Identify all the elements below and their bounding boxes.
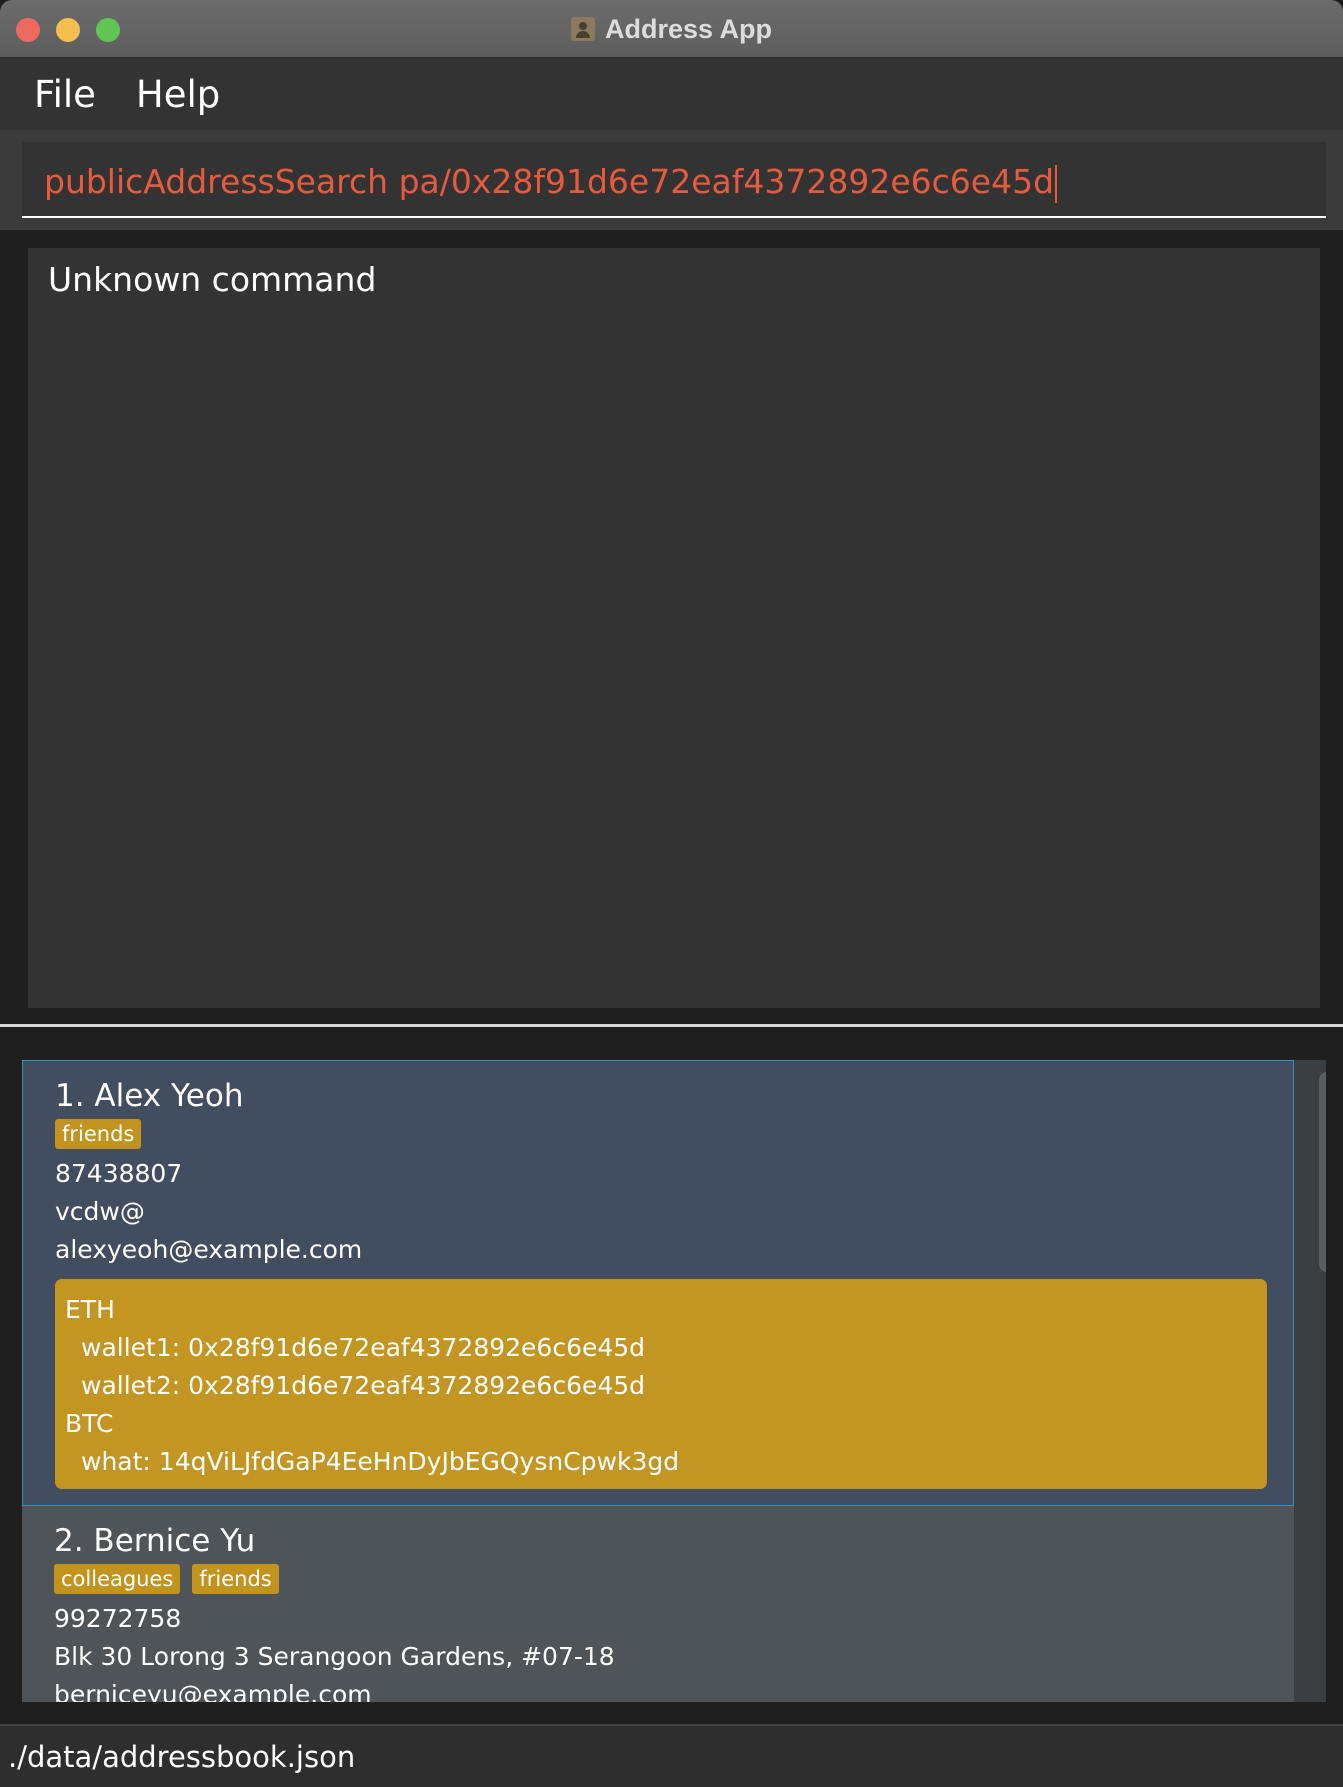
person-phone: 87438807 (55, 1159, 183, 1188)
result-display[interactable]: Unknown command (28, 248, 1320, 1008)
text-caret (1055, 164, 1058, 203)
person-email: alexyeoh@example.com (55, 1235, 363, 1264)
wallet-entry: what: 14qViLJfdGaP4EeHnDyJbEGQysnCpwk3gd (81, 1447, 680, 1476)
wallet-entry: wallet1: 0x28f91d6e72eaf4372892e6c6e45d (81, 1333, 646, 1362)
window-title: Address App (604, 13, 773, 44)
tag: friends (192, 1564, 279, 1594)
wallet-box: ETH wallet1: 0x28f91d6e72eaf4372892e6c6e… (55, 1279, 1267, 1489)
person-name: 2. Bernice Yu (54, 1523, 256, 1559)
person-card[interactable]: 1. Alex Yeoh friends 87438807 vcdw@ alex… (22, 1060, 1294, 1506)
command-input[interactable]: publicAddressSearch pa/0x28f91d6e72eaf43… (22, 142, 1326, 218)
menu-file[interactable]: File (34, 73, 96, 116)
tag: friends (55, 1119, 142, 1149)
app-window: Address App File Help publicAddressSearc… (0, 0, 1343, 1787)
wallet-network: BTC (65, 1409, 114, 1438)
save-file-path: ./data/addressbook.json (8, 1740, 356, 1774)
address-book-icon (570, 17, 595, 41)
title-bar[interactable]: Address App (0, 0, 1343, 58)
result-area: Unknown command (0, 232, 1343, 1024)
menu-help[interactable]: Help (136, 73, 220, 116)
command-value: publicAddressSearch pa/0x28f91d6e72eaf43… (44, 162, 1055, 201)
person-card[interactable]: 2. Bernice Yu colleagues friends 9927275… (22, 1506, 1294, 1702)
split-pane-divider[interactable] (0, 1024, 1343, 1038)
wallet-entry: wallet2: 0x28f91d6e72eaf4372892e6c6e45d (81, 1371, 646, 1400)
wallet-network: ETH (65, 1295, 115, 1324)
person-email: berniceyu@example.com (54, 1680, 372, 1702)
tag: colleagues (54, 1564, 181, 1594)
person-list-area: 1. Alex Yeoh friends 87438807 vcdw@ alex… (0, 1038, 1343, 1724)
status-bar: ./data/addressbook.json (0, 1724, 1343, 1787)
result-message: Unknown command (48, 260, 377, 299)
title-group: Address App (0, 0, 1343, 58)
tag-list: colleagues friends (54, 1564, 1294, 1594)
tag-list: friends (55, 1119, 1293, 1149)
scrollbar-thumb[interactable] (1319, 1072, 1326, 1272)
person-address: vcdw@ (55, 1197, 145, 1226)
command-text: publicAddressSearch pa/0x28f91d6e72eaf43… (44, 162, 1058, 203)
command-area: publicAddressSearch pa/0x28f91d6e72eaf43… (0, 130, 1343, 232)
person-list[interactable]: 1. Alex Yeoh friends 87438807 vcdw@ alex… (22, 1060, 1326, 1702)
menu-bar: File Help (0, 58, 1343, 130)
person-name: 1. Alex Yeoh (55, 1078, 244, 1114)
person-address: Blk 30 Lorong 3 Serangoon Gardens, #07-1… (54, 1642, 615, 1671)
person-phone: 99272758 (54, 1604, 182, 1633)
